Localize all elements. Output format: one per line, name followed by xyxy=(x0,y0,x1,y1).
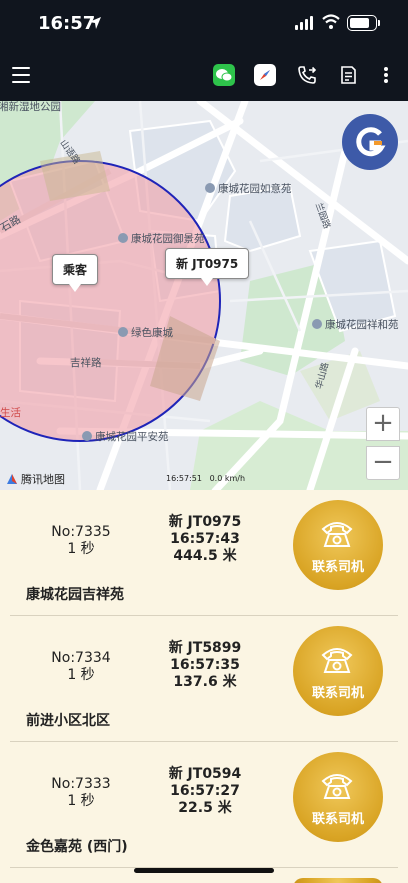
phone-transfer-icon[interactable] xyxy=(296,64,318,86)
more-vertical-icon[interactable] xyxy=(376,64,396,86)
map-info: 16:57:51 0.0 km/h xyxy=(166,474,245,483)
map-view[interactable]: 湘新湿地公园 山语路 石路 康城花园如意苑 康城花园御景苑 康城花园祥和苑 绿色… xyxy=(0,101,408,490)
map-label-ruyi: 康城花园如意苑 xyxy=(205,181,292,196)
battery-icon xyxy=(347,15,377,31)
order-duration: 1 秒 xyxy=(67,793,95,809)
map-label-pingan: 康城花园平安苑 xyxy=(82,429,169,444)
phone-icon xyxy=(321,648,353,673)
contact-driver-label: 联系司机 xyxy=(311,560,364,575)
order-card[interactable]: No:7333 1 秒 新 JT0594 16:57:27 22.5 米 金色嘉… xyxy=(10,742,398,868)
map-label-xianghe: 康城花园祥和苑 xyxy=(312,317,399,332)
pickup-place: 金色嘉苑 (西门) xyxy=(26,839,128,855)
g-logo-icon[interactable] xyxy=(342,114,398,170)
poi-icon xyxy=(205,183,215,193)
compass-icon[interactable] xyxy=(254,64,276,86)
battery-tip xyxy=(378,20,380,26)
map-label-pingan-text: 康城花园平安苑 xyxy=(95,431,169,443)
vehicle-time: 16:57:27 xyxy=(170,783,240,799)
status-bar: 16:57 xyxy=(0,0,408,50)
poi-icon xyxy=(82,431,92,441)
pickup-place: 前进小区北区 xyxy=(26,713,110,729)
map-label-lvse: 绿色康城 xyxy=(118,325,173,340)
vehicle-time: 16:57:35 xyxy=(170,657,240,673)
map-label-xianghe-text: 康城花园祥和苑 xyxy=(325,319,399,331)
map-info-time: 16:57:51 xyxy=(166,474,202,483)
order-number: No:7334 xyxy=(51,650,111,666)
poi-icon xyxy=(118,327,128,337)
vehicle-plate: 新 JT5899 xyxy=(168,640,242,656)
map-label-park: 湘新湿地公园 xyxy=(0,101,61,113)
vehicle-info: 新 JT0975 16:57:43 444.5 米 xyxy=(150,514,260,565)
status-time: 16:57 xyxy=(38,13,96,34)
order-number-block: No:7333 1 秒 xyxy=(36,776,126,810)
notes-icon[interactable] xyxy=(337,64,359,86)
home-indicator[interactable] xyxy=(134,868,274,873)
map-label-yujing: 康城花园御景苑 xyxy=(118,231,205,246)
map-label-ruyi-text: 康城花园如意苑 xyxy=(218,183,292,195)
phone-icon xyxy=(321,774,353,799)
location-arrow-icon xyxy=(89,17,101,29)
next-contact-driver-button-partial[interactable] xyxy=(293,878,383,883)
contact-driver-button[interactable]: 联系司机 xyxy=(293,626,383,716)
map-brand-text: 腾讯地图 xyxy=(21,473,65,486)
vehicle-info: 新 JT5899 16:57:35 137.6 米 xyxy=(150,640,260,691)
poi-icon xyxy=(312,319,322,329)
contact-driver-label: 联系司机 xyxy=(311,812,364,827)
map-label-lvse-text: 绿色康城 xyxy=(131,327,173,339)
order-list[interactable]: No:7335 1 秒 新 JT0975 16:57:43 444.5 米 康城… xyxy=(0,490,408,883)
vehicle-plate: 新 JT0975 xyxy=(168,514,242,530)
order-duration: 1 秒 xyxy=(67,541,95,557)
contact-driver-button[interactable]: 联系司机 xyxy=(293,500,383,590)
passenger-marker[interactable]: 乘客 xyxy=(52,254,99,292)
map-tiles xyxy=(0,101,408,490)
tencent-map-logo-icon xyxy=(7,474,17,484)
map-brand: 腾讯地图 xyxy=(6,471,65,487)
contact-driver-button[interactable]: 联系司机 xyxy=(293,752,383,842)
order-number-block: No:7334 1 秒 xyxy=(36,650,126,684)
map-label-shenghuo: 生活 xyxy=(0,407,21,419)
cellular-signal-icon xyxy=(295,16,313,30)
order-duration: 1 秒 xyxy=(67,667,95,683)
vehicle-distance: 444.5 米 xyxy=(173,548,237,564)
contact-driver-label: 联系司机 xyxy=(311,686,364,701)
toolbar xyxy=(0,50,408,101)
wifi-icon xyxy=(322,14,340,29)
vehicle-plate: 新 JT0594 xyxy=(168,766,242,782)
vehicle-distance: 22.5 米 xyxy=(178,800,232,816)
zoom-in-icon[interactable]: + xyxy=(366,407,400,441)
pickup-place: 康城花园吉祥苑 xyxy=(26,587,124,603)
zoom-out-icon[interactable]: − xyxy=(366,446,400,480)
vehicle-distance: 137.6 米 xyxy=(173,674,237,690)
wechat-icon[interactable] xyxy=(213,64,235,86)
map-label-yujing-text: 康城花园御景苑 xyxy=(131,233,205,245)
map-info-speed: 0.0 km/h xyxy=(209,474,246,483)
map-label-jixiang-road: 吉祥路 xyxy=(70,357,102,369)
menu-icon[interactable] xyxy=(12,67,30,83)
order-card[interactable]: No:7335 1 秒 新 JT0975 16:57:43 444.5 米 康城… xyxy=(10,490,398,616)
order-number: No:7333 xyxy=(51,776,111,792)
order-number-block: No:7335 1 秒 xyxy=(36,524,126,558)
order-card[interactable]: No:7334 1 秒 新 JT5899 16:57:35 137.6 米 前进… xyxy=(10,616,398,742)
vehicle-info: 新 JT0594 16:57:27 22.5 米 xyxy=(150,766,260,817)
order-number: No:7335 xyxy=(51,524,111,540)
poi-icon xyxy=(118,233,128,243)
vehicle-time: 16:57:43 xyxy=(170,531,240,547)
phone-icon xyxy=(321,522,353,547)
vehicle-marker[interactable]: 新 JT0975 xyxy=(165,248,250,286)
